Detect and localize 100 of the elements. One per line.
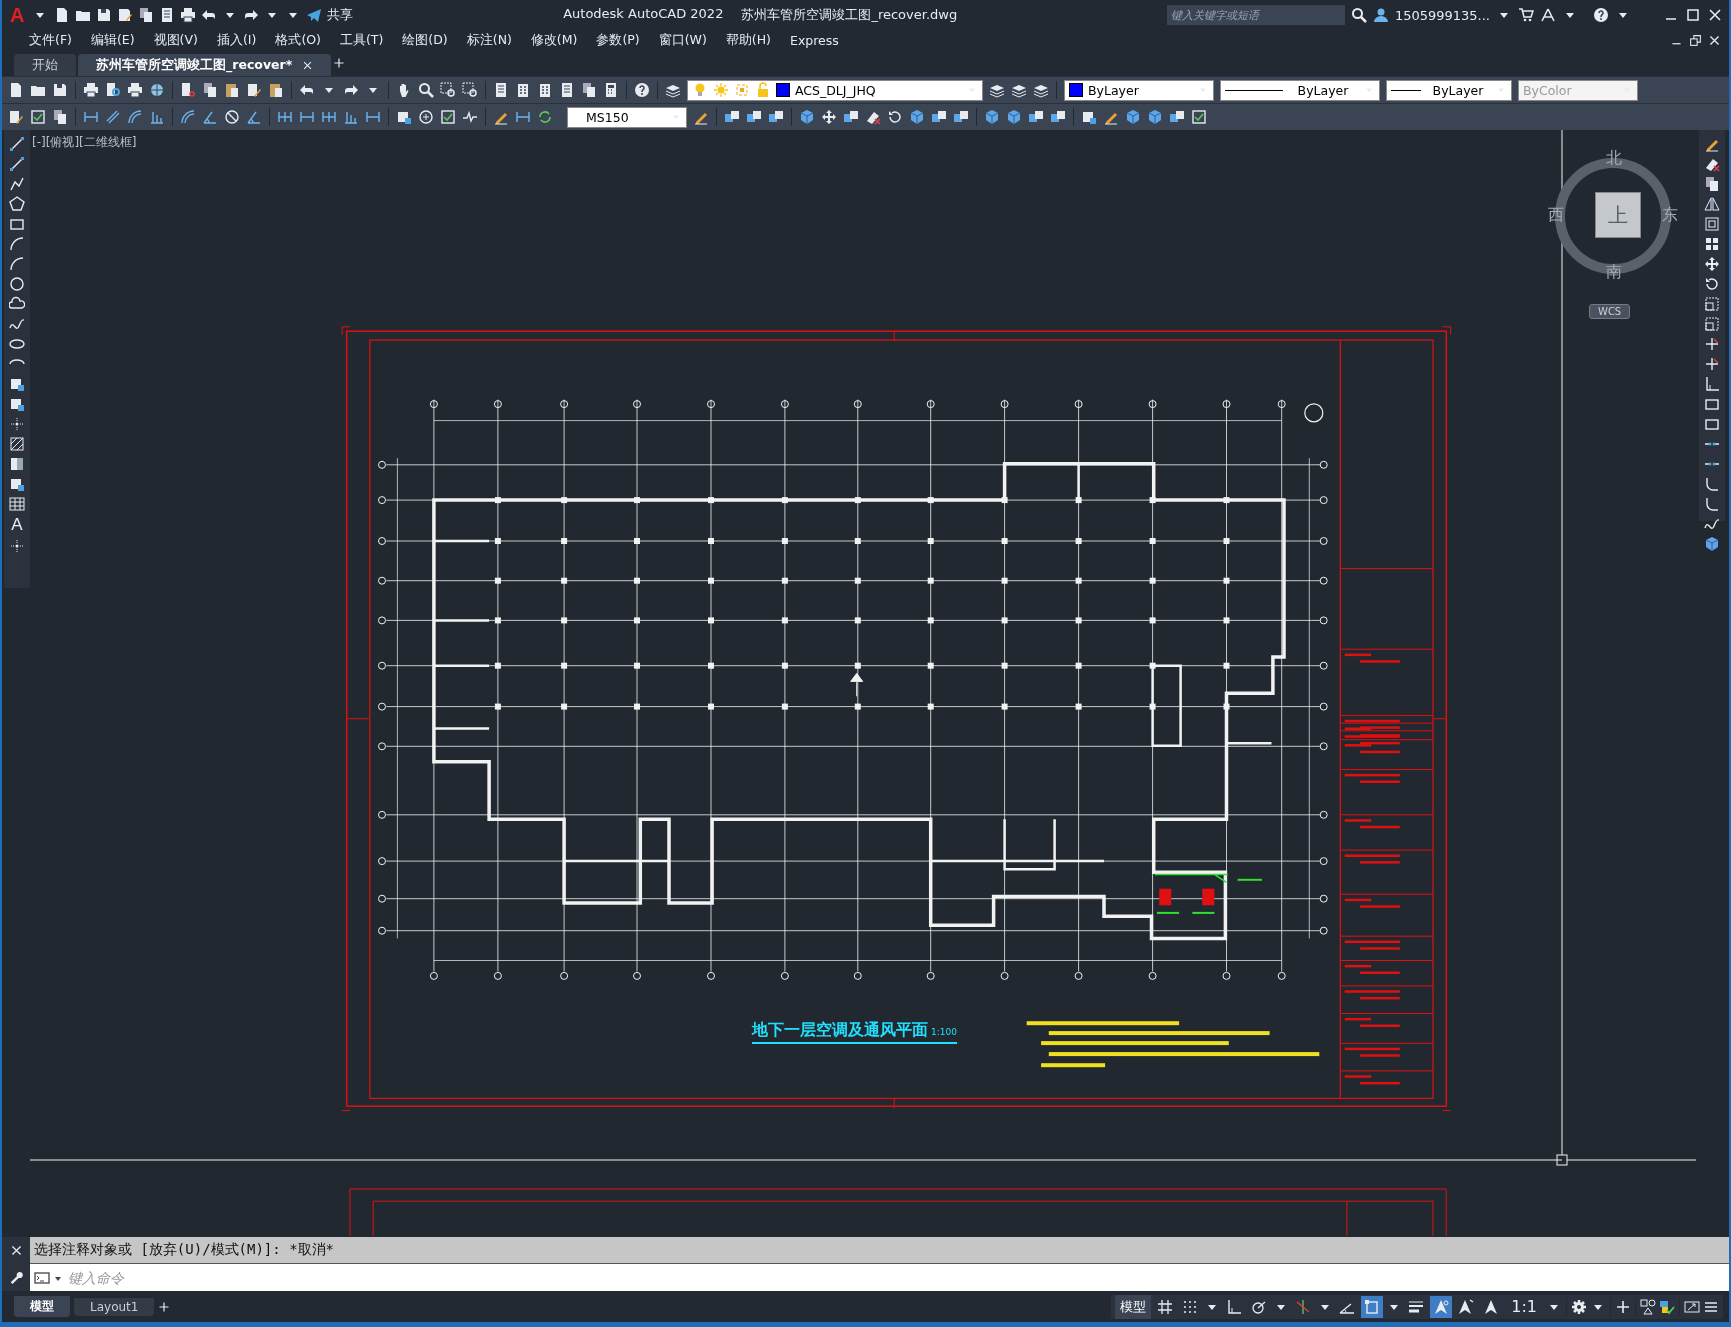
- redo-arrow-icon[interactable]: [343, 82, 359, 98]
- cube-icon[interactable]: [984, 109, 1000, 125]
- sheets-icon[interactable]: [1704, 176, 1720, 192]
- sheet-list-icon[interactable]: [493, 82, 509, 98]
- cubes-icon[interactable]: [768, 109, 784, 125]
- document-icon[interactable]: [8, 82, 24, 98]
- file-tab[interactable]: 开始: [14, 54, 76, 76]
- search-field[interactable]: 键入关键字或短语: [1166, 5, 1345, 25]
- spline-icon[interactable]: [1704, 516, 1720, 532]
- cube-icon[interactable]: [1125, 109, 1141, 125]
- layers-icon[interactable]: [1011, 82, 1027, 98]
- circle-icon[interactable]: [9, 276, 25, 292]
- point-icon[interactable]: [9, 416, 25, 432]
- trim-icon[interactable]: [1704, 356, 1720, 372]
- clipboard-icon[interactable]: [224, 82, 240, 98]
- color-dropdown[interactable]: ByLayer: [1064, 79, 1214, 101]
- cube-icon[interactable]: [1704, 536, 1720, 552]
- clipboard-icon[interactable]: [268, 82, 284, 98]
- erase-x-icon[interactable]: [865, 109, 881, 125]
- polyline-icon[interactable]: [9, 176, 25, 192]
- table-icon[interactable]: [9, 496, 25, 512]
- sheets-icon[interactable]: [581, 82, 597, 98]
- plus-icon[interactable]: [1615, 1298, 1631, 1315]
- layout-tab[interactable]: Layout1: [74, 1297, 155, 1316]
- rotate-icon[interactable]: [1704, 276, 1720, 292]
- user-name[interactable]: 1505999135...: [1394, 7, 1490, 23]
- block-icon[interactable]: [9, 396, 25, 412]
- menu-item[interactable]: 格式(O): [266, 31, 331, 49]
- cubes-icon[interactable]: [1169, 109, 1185, 125]
- crosshair-circle-icon[interactable]: [418, 109, 434, 125]
- help-icon[interactable]: [1593, 7, 1609, 23]
- linetype-dropdown[interactable]: ByLayer: [1220, 79, 1380, 101]
- magnifier-icon[interactable]: [418, 82, 434, 98]
- viewcube-west[interactable]: 西: [1548, 205, 1564, 226]
- menu-item[interactable]: 帮助(H): [716, 31, 781, 49]
- viewcube-north[interactable]: 北: [1606, 148, 1622, 169]
- dim-angle-icon[interactable]: [202, 109, 218, 125]
- sheet-list-icon[interactable]: [559, 82, 575, 98]
- polygon-icon[interactable]: [9, 196, 25, 212]
- rotate-icon[interactable]: [887, 109, 903, 125]
- dim-aligned-icon[interactable]: [105, 109, 121, 125]
- hatch-icon[interactable]: [9, 436, 25, 452]
- zigzag-icon[interactable]: [462, 109, 478, 125]
- printer-icon[interactable]: [83, 82, 99, 98]
- zoom-window-icon[interactable]: [440, 82, 456, 98]
- viewport-label[interactable]: [-][俯视][二维线框]: [32, 134, 137, 151]
- share-plane-icon[interactable]: [306, 7, 323, 23]
- text-tool[interactable]: A: [11, 516, 23, 534]
- arc-icon[interactable]: [9, 256, 25, 272]
- redo-arrow-icon[interactable]: [243, 7, 260, 23]
- point-icon[interactable]: [9, 538, 25, 554]
- menu-item[interactable]: 标注(N): [457, 31, 522, 49]
- cubes-icon[interactable]: [953, 109, 969, 125]
- dim-linear-icon[interactable]: [83, 109, 99, 125]
- floppy-icon[interactable]: [52, 82, 68, 98]
- sheets-icon[interactable]: [138, 7, 155, 23]
- erase-x-icon[interactable]: [1704, 156, 1720, 172]
- help-icon[interactable]: [634, 82, 650, 98]
- close-icon[interactable]: [302, 59, 314, 71]
- cube-icon[interactable]: [799, 109, 815, 125]
- ucs-menu[interactable]: WCS: [1589, 304, 1631, 319]
- close-icon[interactable]: [9, 1243, 23, 1257]
- share-button[interactable]: 共享: [327, 6, 354, 24]
- gradient-icon[interactable]: [9, 456, 25, 472]
- sheets-icon[interactable]: [52, 109, 68, 125]
- viewcube-top-face[interactable]: 上: [1595, 192, 1641, 238]
- floppy-pen-icon[interactable]: [117, 7, 134, 23]
- dim-arc-icon[interactable]: [127, 109, 143, 125]
- checked-box-icon[interactable]: [440, 109, 456, 125]
- cubes-icon[interactable]: [1050, 109, 1066, 125]
- printer-icon[interactable]: [180, 7, 197, 23]
- dim-arc-icon[interactable]: [180, 109, 196, 125]
- dimension-style-dropdown[interactable]: MS150: [567, 106, 687, 128]
- cubes-icon[interactable]: [724, 109, 740, 125]
- model-space-button[interactable]: 模型: [1115, 1294, 1152, 1319]
- brush-icon[interactable]: [246, 82, 262, 98]
- ortho-icon[interactable]: [1704, 376, 1720, 392]
- line-icon[interactable]: [9, 156, 25, 172]
- layers-icon[interactable]: [989, 82, 1005, 98]
- move-icon[interactable]: [1704, 256, 1720, 272]
- rectangle-icon[interactable]: [1704, 396, 1720, 412]
- block-icon[interactable]: [9, 476, 25, 492]
- zoom-window-icon[interactable]: [462, 82, 478, 98]
- cube-icon[interactable]: [909, 109, 925, 125]
- layout-tab[interactable]: 模型: [14, 1296, 70, 1317]
- scale-icon[interactable]: [1704, 316, 1720, 332]
- cloud-icon[interactable]: [9, 296, 25, 312]
- cubes-icon[interactable]: [843, 109, 859, 125]
- terminal-icon[interactable]: [34, 1269, 50, 1286]
- menu-item[interactable]: 文件(F): [20, 31, 82, 49]
- checked-box-icon[interactable]: [30, 109, 46, 125]
- layers-icon[interactable]: [665, 82, 681, 98]
- user-icon[interactable]: [1372, 7, 1389, 23]
- osnap-toggle[interactable]: [1361, 1295, 1384, 1318]
- check-blocks-icon[interactable]: [1659, 1298, 1675, 1315]
- dim-ordinate-icon[interactable]: [343, 109, 359, 125]
- dim-ordinate-icon[interactable]: [149, 109, 165, 125]
- offset-icon[interactable]: [1704, 216, 1720, 232]
- sheets-icon[interactable]: [202, 82, 218, 98]
- globe-icon[interactable]: [149, 82, 165, 98]
